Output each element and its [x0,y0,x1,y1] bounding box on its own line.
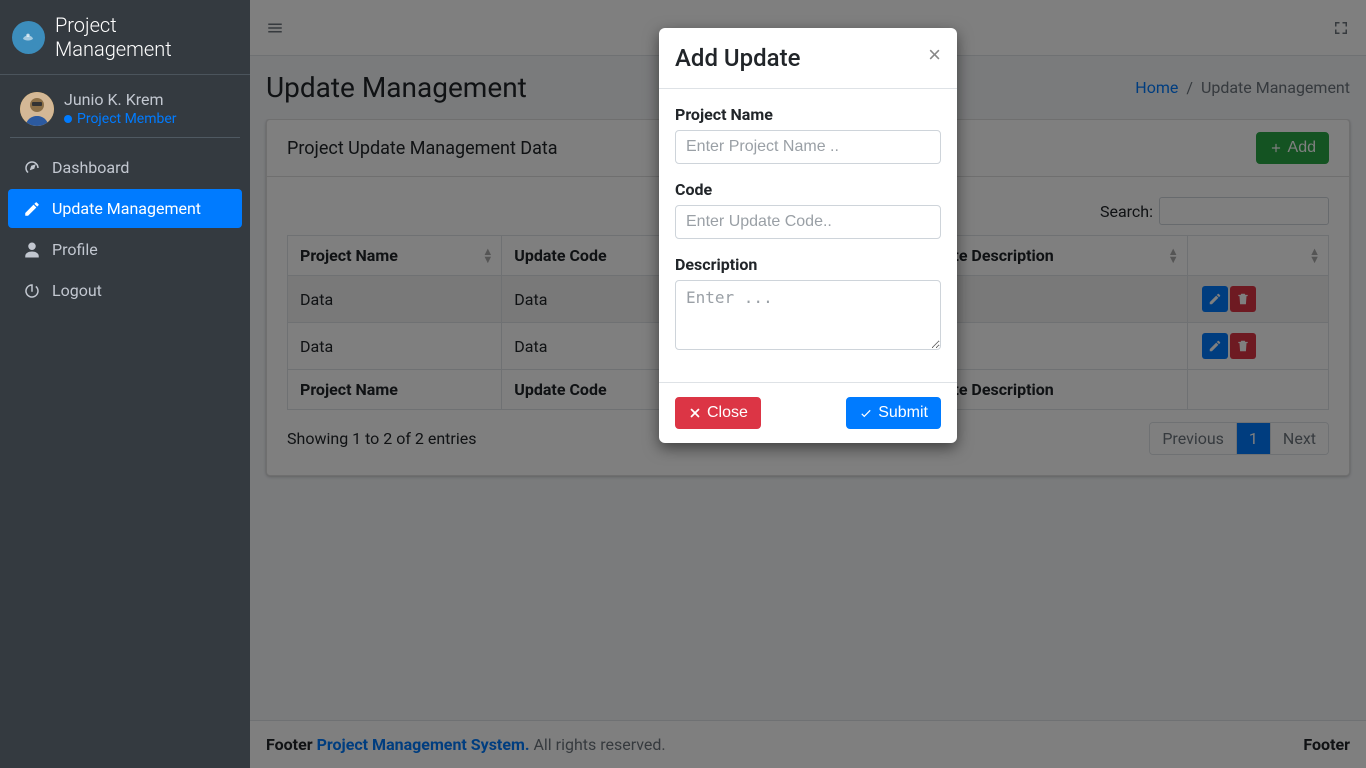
sidebar-item-profile[interactable]: Profile [8,230,242,269]
power-icon [22,282,42,300]
sidebar-item-logout[interactable]: Logout [8,271,242,310]
sidebar-item-dashboard[interactable]: Dashboard [8,148,242,187]
brand-text: Project Management [55,13,238,61]
sidebar-item-label: Update Management [52,199,201,218]
sidebar-item-label: Dashboard [52,158,129,177]
modal-close-action-button[interactable]: Close [675,397,761,429]
avatar [20,92,54,126]
sidebar-nav: Dashboard Update Management Profile Logo… [0,138,250,322]
brand[interactable]: Project Management [0,0,250,75]
status-dot-icon [64,115,72,123]
label-description: Description [675,255,941,274]
label-project-name: Project Name [675,105,941,124]
modal-submit-label: Submit [878,404,928,422]
gauge-icon [22,159,42,177]
close-icon: × [928,42,941,67]
modal-submit-button[interactable]: Submit [846,397,941,429]
user-panel: Junio K. Krem Project Member [10,75,240,138]
input-code[interactable] [675,205,941,239]
modal-add-update: Add Update × Project Name Code Descripti… [659,28,957,443]
sidebar-item-label: Profile [52,240,98,259]
modal-title: Add Update [675,44,800,72]
sidebar-item-update-management[interactable]: Update Management [8,189,242,228]
sidebar-item-label: Logout [52,281,102,300]
input-description[interactable] [675,280,941,350]
user-role: Project Member [64,111,177,127]
modal-close-button[interactable]: × [928,44,941,66]
user-name[interactable]: Junio K. Krem [64,90,177,109]
user-role-label: Project Member [77,111,177,127]
user-icon [22,241,42,259]
input-project-name[interactable] [675,130,941,164]
edit-icon [22,200,42,218]
check-icon [859,406,873,420]
label-code: Code [675,180,941,199]
times-icon [688,406,702,420]
sidebar: Project Management Junio K. Krem Project… [0,0,250,768]
modal-close-label: Close [707,404,748,422]
brand-logo-icon [12,21,45,54]
